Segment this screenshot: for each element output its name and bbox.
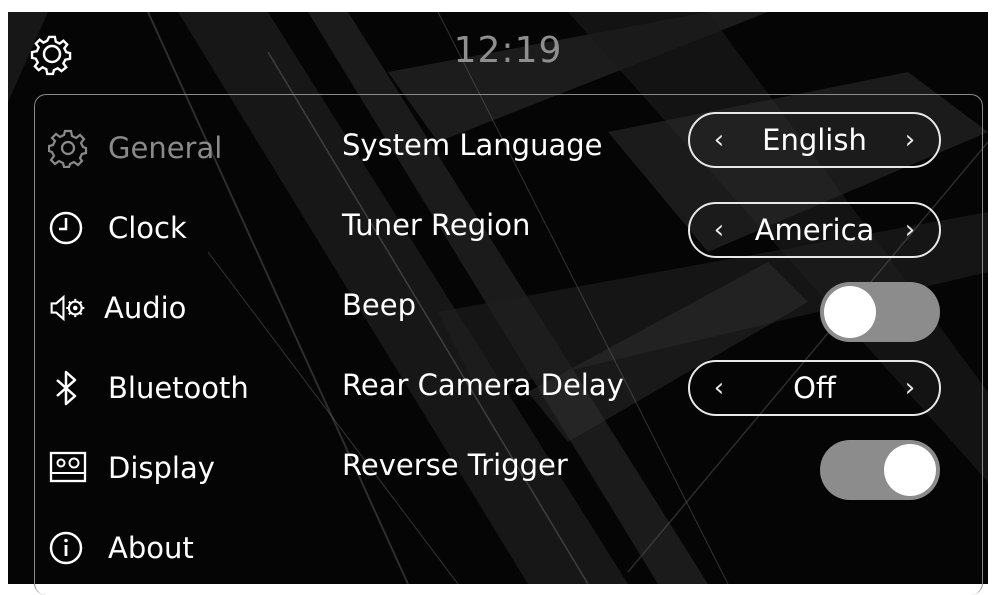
tuner-region-label: Tuner Region — [342, 208, 531, 242]
gear-icon — [48, 128, 88, 168]
tuner-region-selector: ‹ America › — [688, 202, 941, 258]
system-language-selector: ‹ English › — [688, 112, 941, 168]
sidebar-item-label: About — [108, 531, 194, 565]
sidebar-item-bluetooth[interactable]: Bluetooth — [48, 362, 298, 414]
sidebar-item-about[interactable]: About — [48, 522, 298, 574]
sidebar-item-label: General — [108, 131, 223, 165]
sidebar-item-general[interactable]: General — [48, 122, 298, 174]
info-icon — [48, 528, 88, 568]
system-language-label: System Language — [342, 128, 603, 162]
toggle-knob — [824, 286, 876, 338]
tuner-region-value: America — [754, 213, 875, 247]
chevron-left-icon[interactable]: ‹ — [706, 373, 732, 403]
beep-toggle[interactable] — [820, 282, 940, 342]
system-language-value: English — [762, 123, 867, 157]
sidebar-item-label: Display — [108, 451, 215, 485]
reverse-trigger-label: Reverse Trigger — [342, 448, 568, 482]
chevron-left-icon[interactable]: ‹ — [706, 215, 732, 245]
chevron-right-icon[interactable]: › — [897, 125, 923, 155]
toggle-knob — [884, 444, 936, 496]
sidebar-item-audio[interactable]: Audio — [48, 282, 298, 334]
rear-camera-delay-value: Off — [793, 371, 836, 405]
reverse-trigger-toggle[interactable] — [820, 440, 940, 500]
clock-display: 12:19 — [453, 30, 563, 71]
speaker-gear-icon — [48, 288, 88, 328]
clock-icon — [48, 208, 88, 248]
rear-camera-delay-selector: ‹ Off › — [688, 360, 941, 416]
gear-icon[interactable] — [30, 32, 74, 76]
bluetooth-icon — [48, 368, 88, 408]
sidebar-item-clock[interactable]: Clock — [48, 202, 298, 254]
sidebar-item-display[interactable]: Display — [48, 442, 298, 494]
sidebar-item-label: Audio — [104, 291, 187, 325]
chevron-right-icon[interactable]: › — [897, 215, 923, 245]
chevron-left-icon[interactable]: ‹ — [706, 125, 732, 155]
display-icon — [48, 448, 88, 488]
sidebar-item-label: Bluetooth — [108, 371, 249, 405]
rear-camera-delay-label: Rear Camera Delay — [342, 368, 624, 402]
sidebar-item-label: Clock — [108, 211, 187, 245]
chevron-right-icon[interactable]: › — [897, 373, 923, 403]
beep-label: Beep — [342, 288, 416, 322]
